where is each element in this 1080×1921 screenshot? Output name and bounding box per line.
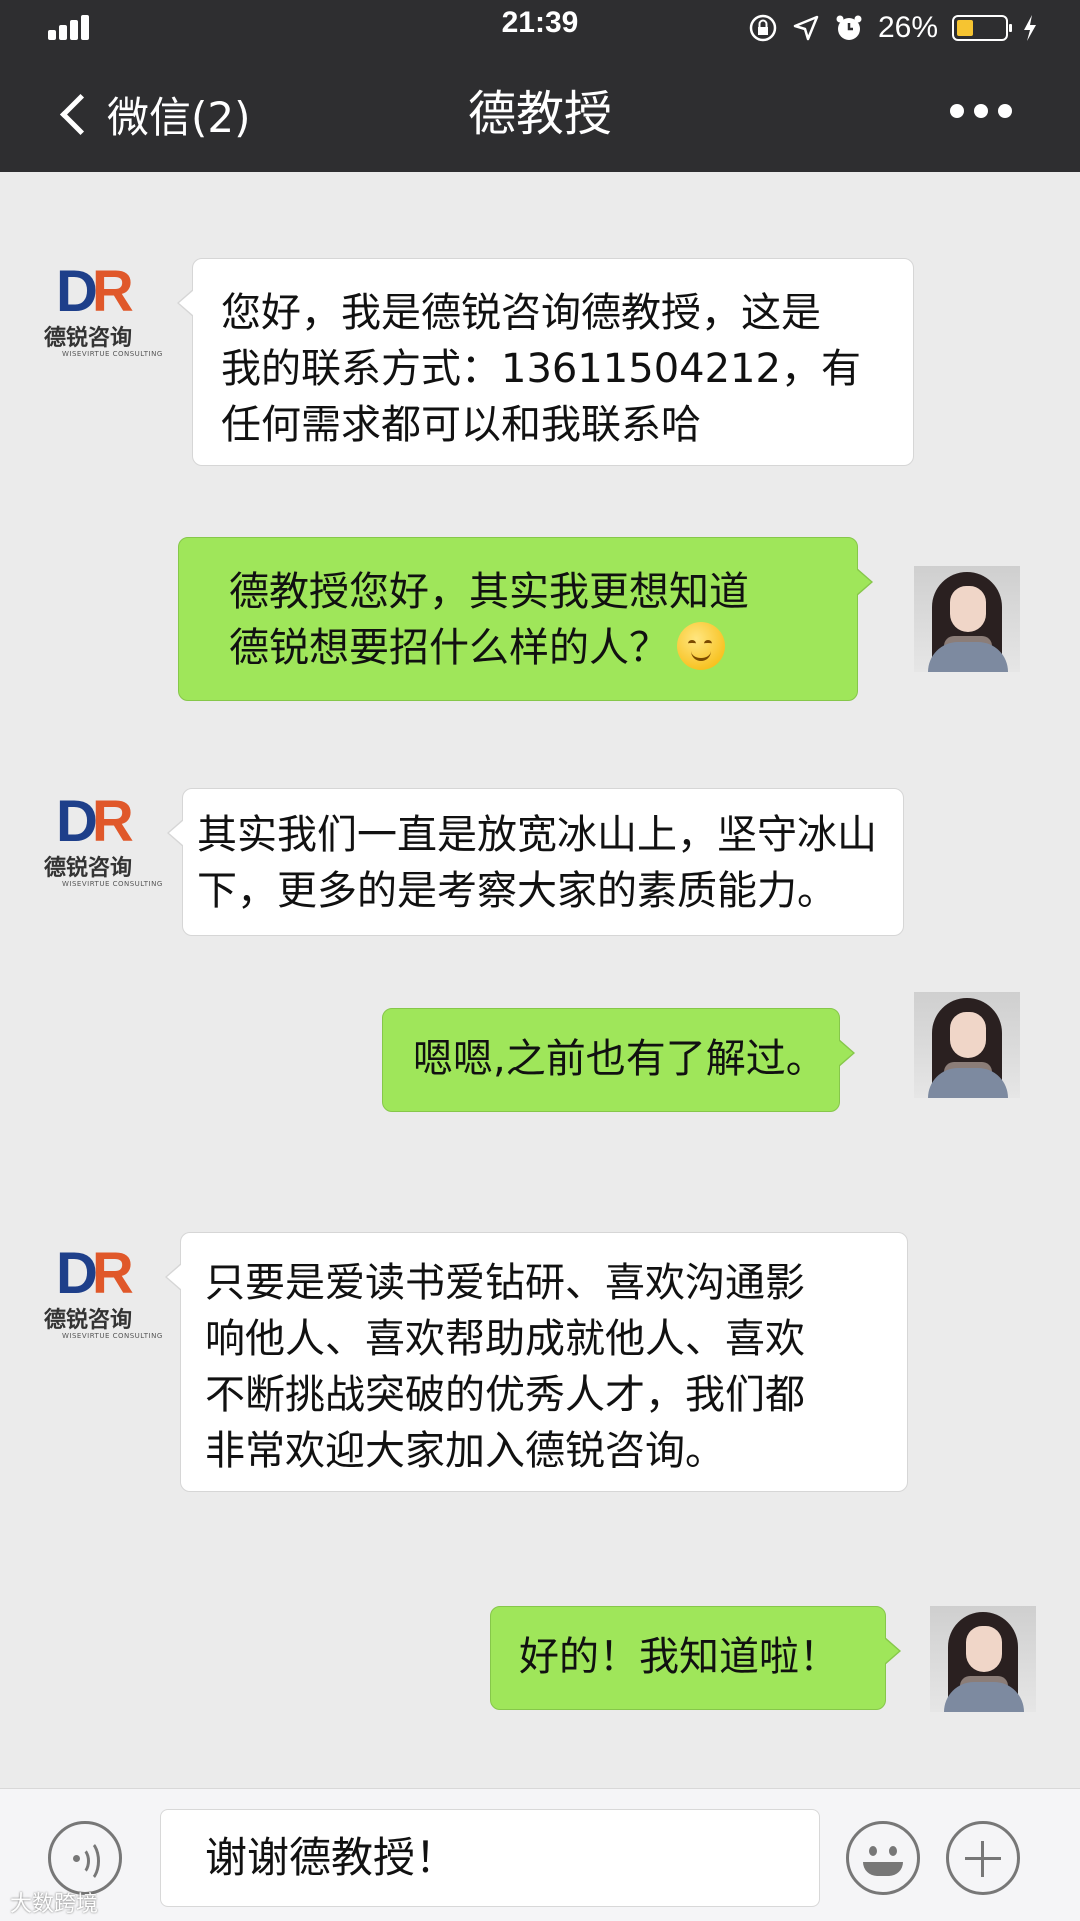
plus-icon[interactable] — [946, 1821, 1020, 1895]
logo-chinese: 德锐咨询 — [44, 326, 133, 351]
message-line: 德锐想要招什么样的人？ — [229, 625, 669, 671]
message-line: 其实我们一直是放宽冰山上，坚守冰山 — [197, 812, 877, 858]
message-line: 好的！我知道啦！ — [519, 1634, 839, 1680]
logo-letter-r: R — [91, 259, 134, 324]
battery-percent: 26% — [877, 11, 938, 44]
logo-letter-r: R — [91, 1241, 134, 1306]
logo-letter-d: D — [56, 1241, 98, 1306]
smiling-face-icon — [677, 622, 725, 670]
my-avatar[interactable] — [930, 1606, 1036, 1712]
top-bar: 21:39 26% 微信(2) 德教授 — [0, 0, 1080, 172]
message-line: 下，更多的是考察大家的素质能力。 — [197, 868, 837, 914]
logo-english: WISEVIRTUE CONSULTING — [62, 350, 163, 358]
rotation-lock-icon — [749, 14, 777, 42]
message-line: 嗯嗯,之前也有了解过。 — [413, 1036, 826, 1082]
location-arrow-icon — [793, 15, 819, 41]
message-line: 德教授您好，其实我更想知道 — [229, 569, 749, 615]
message-bubble[interactable]: 您好，我是德锐咨询德教授，这是 我的联系方式：13611504212，有 任何需… — [177, 258, 914, 466]
message-bubble[interactable]: 德教授您好，其实我更想知道 德锐想要招什么样的人？ — [178, 537, 873, 701]
message-input[interactable]: 谢谢德教授！ — [160, 1809, 820, 1907]
my-avatar[interactable] — [914, 566, 1020, 672]
more-dots-icon[interactable] — [950, 104, 1012, 118]
status-icons: 26% — [748, 8, 1038, 48]
message-line: 不断挑战突破的优秀人才，我们都 — [205, 1372, 805, 1418]
sender-avatar-dr-logo[interactable]: DR 德锐咨询 WISEVIRTUE CONSULTING — [44, 258, 162, 364]
logo-letter-r: R — [91, 789, 134, 854]
message-line: 我的联系方式：13611504212，有 — [221, 346, 861, 392]
logo-letter-d: D — [56, 259, 98, 324]
message-line: 非常欢迎大家加入德锐咨询。 — [205, 1428, 725, 1474]
emoji-icon[interactable] — [846, 1821, 920, 1895]
message-line: 响他人、喜欢帮助成就他人、喜欢 — [205, 1316, 805, 1362]
message-line: 您好，我是德锐咨询德教授，这是 — [221, 290, 821, 336]
my-avatar[interactable] — [914, 992, 1020, 1098]
sender-avatar-dr-logo[interactable]: DR 德锐咨询 WISEVIRTUE CONSULTING — [44, 1240, 162, 1346]
message-line: 任何需求都可以和我联系哈 — [221, 402, 701, 448]
watermark: 大数跨境 — [10, 1892, 99, 1917]
message-bubble[interactable]: 嗯嗯,之前也有了解过。 — [382, 1008, 855, 1112]
charging-bolt-icon — [1024, 15, 1036, 41]
message-bubble[interactable]: 只要是爱读书爱钻研、喜欢沟通影 响他人、喜欢帮助成就他人、喜欢 不断挑战突破的优… — [165, 1232, 908, 1492]
logo-english: WISEVIRTUE CONSULTING — [62, 880, 163, 888]
battery-icon — [952, 15, 1012, 41]
message-bubble[interactable]: 好的！我知道啦！ — [490, 1606, 901, 1710]
logo-english: WISEVIRTUE CONSULTING — [62, 1332, 163, 1340]
alarm-clock-icon — [836, 15, 862, 40]
input-bar: 谢谢德教授！ — [0, 1788, 1080, 1921]
logo-chinese: 德锐咨询 — [44, 1308, 133, 1333]
message-bubble[interactable]: 其实我们一直是放宽冰山上，坚守冰山 下，更多的是考察大家的素质能力。 — [167, 788, 904, 936]
logo-chinese: 德锐咨询 — [44, 856, 133, 881]
chat-title: 德教授 — [467, 86, 612, 142]
voice-input-icon[interactable] — [48, 1821, 122, 1895]
message-line: 只要是爱读书爱钻研、喜欢沟通影 — [205, 1260, 805, 1306]
sender-avatar-dr-logo[interactable]: DR 德锐咨询 WISEVIRTUE CONSULTING — [44, 788, 162, 894]
logo-letter-d: D — [56, 789, 98, 854]
